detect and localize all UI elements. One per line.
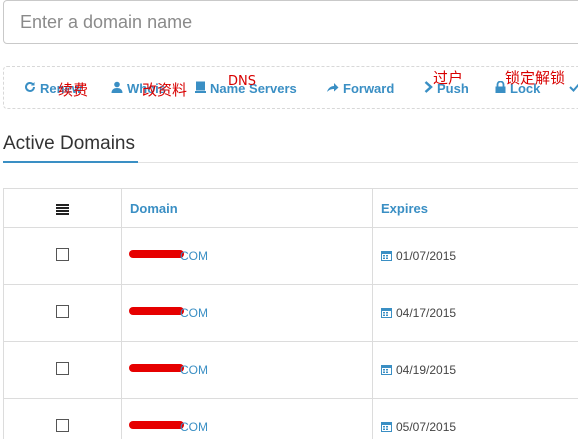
expires-date: 04/19/2015 <box>396 363 457 377</box>
row-checkbox[interactable] <box>56 305 69 318</box>
table-row: COM 01/07/2015 <box>3 227 578 285</box>
list-icon <box>56 201 69 216</box>
row-checkbox-cell <box>3 284 122 342</box>
forward-arrow-icon <box>326 81 339 96</box>
expires-date: 05/07/2015 <box>396 420 457 434</box>
chevron-right-icon <box>424 81 433 96</box>
table-header-row: Domain Expires <box>3 188 578 228</box>
row-checkbox-cell <box>3 341 122 399</box>
calendar-icon <box>381 420 392 434</box>
redaction-mark <box>129 307 184 315</box>
expires-date: 04/17/2015 <box>396 306 457 320</box>
domain-cell: COM <box>121 398 373 439</box>
domains-table: Domain Expires COM 01/07/2015 COM 04/17/… <box>3 188 578 439</box>
domain-cell: COM <box>121 227 373 285</box>
table-row: COM 05/07/2015 <box>3 398 578 439</box>
whois-annotation: 改资料 <box>142 81 188 99</box>
domain-link[interactable]: COM <box>180 249 208 263</box>
table-row: COM 04/19/2015 <box>3 341 578 399</box>
user-icon <box>111 81 123 96</box>
row-checkbox-cell <box>3 227 122 285</box>
domain-link[interactable]: COM <box>180 420 208 434</box>
domain-manager-page: Renew Whois Name Servers Forward Push <box>0 0 578 439</box>
calendar-icon <box>381 249 392 263</box>
domain-cell: COM <box>121 341 373 399</box>
expires-cell: 05/07/2015 <box>372 398 578 439</box>
expires-date: 01/07/2015 <box>396 249 457 263</box>
domain-link[interactable]: COM <box>180 306 208 320</box>
expires-cell: 04/19/2015 <box>372 341 578 399</box>
redaction-mark <box>129 421 184 429</box>
domain-column-header[interactable]: Domain <box>121 188 373 228</box>
lock-annotation: 锁定解锁 <box>505 69 566 87</box>
calendar-icon <box>381 306 392 320</box>
expires-column-header[interactable]: Expires <box>372 188 578 228</box>
expires-header-label: Expires <box>381 200 428 216</box>
server-icon <box>195 81 206 96</box>
row-checkbox[interactable] <box>56 419 69 432</box>
forward-label: Forward <box>343 81 395 96</box>
domain-search-input[interactable] <box>4 1 578 43</box>
domain-search-box[interactable] <box>3 0 578 44</box>
more-action-button[interactable] <box>569 81 578 96</box>
row-checkbox[interactable] <box>56 248 69 261</box>
table-row: COM 04/17/2015 <box>3 284 578 342</box>
domain-link[interactable]: COM <box>180 363 208 377</box>
row-checkbox-cell <box>3 398 122 439</box>
section-title-underline <box>3 161 138 163</box>
domain-header-label: Domain <box>130 200 178 216</box>
domain-cell: COM <box>121 284 373 342</box>
check-icon <box>569 81 578 96</box>
forward-button[interactable]: Forward <box>326 81 394 96</box>
name-servers-annotation: DNS <box>228 74 256 89</box>
calendar-icon <box>381 363 392 377</box>
redaction-mark <box>129 250 184 258</box>
select-all-header[interactable] <box>3 188 122 228</box>
push-annotation: 过户 <box>433 69 464 87</box>
expires-cell: 04/17/2015 <box>372 284 578 342</box>
refresh-icon <box>24 81 36 96</box>
renew-annotation: 续费 <box>58 81 89 99</box>
redaction-mark <box>129 364 184 372</box>
section-title: Active Domains <box>3 133 135 154</box>
row-checkbox[interactable] <box>56 362 69 375</box>
expires-cell: 01/07/2015 <box>372 227 578 285</box>
domain-actions-toolbar: Renew Whois Name Servers Forward Push Lo… <box>3 66 578 109</box>
